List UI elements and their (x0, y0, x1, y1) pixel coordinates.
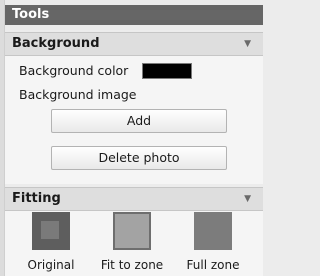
delete-photo-button[interactable]: Delete photo (51, 146, 227, 170)
fit-original-icon (32, 212, 70, 250)
fit-option-label: Original (27, 258, 75, 272)
background-section-title: Background (12, 36, 100, 51)
tools-panel: Tools Background ▼ Background color Back… (0, 0, 265, 276)
fit-option-original[interactable]: Original (21, 212, 81, 276)
background-color-label: Background color (19, 63, 129, 78)
collapse-arrow-icon[interactable]: ▼ (244, 188, 251, 210)
background-section-header[interactable]: Background ▼ (5, 32, 263, 56)
full-zone-icon (194, 212, 232, 250)
tools-header: Tools (5, 5, 263, 25)
add-button[interactable]: Add (51, 109, 227, 133)
fit-option-label: Full zone (186, 258, 240, 272)
fitting-section-title: Fitting (12, 191, 61, 206)
fitting-section-header[interactable]: Fitting ▼ (5, 187, 263, 211)
fit-to-zone-icon (113, 212, 151, 250)
background-color-swatch[interactable] (142, 63, 192, 79)
fit-option-full-zone[interactable]: Full zone (183, 212, 243, 276)
fit-option-label: Fit to zone (100, 258, 164, 272)
collapse-arrow-icon[interactable]: ▼ (244, 33, 251, 55)
background-image-label: Background image (19, 87, 137, 102)
fit-option-fit-to-zone[interactable]: Fit to zone (101, 212, 163, 276)
